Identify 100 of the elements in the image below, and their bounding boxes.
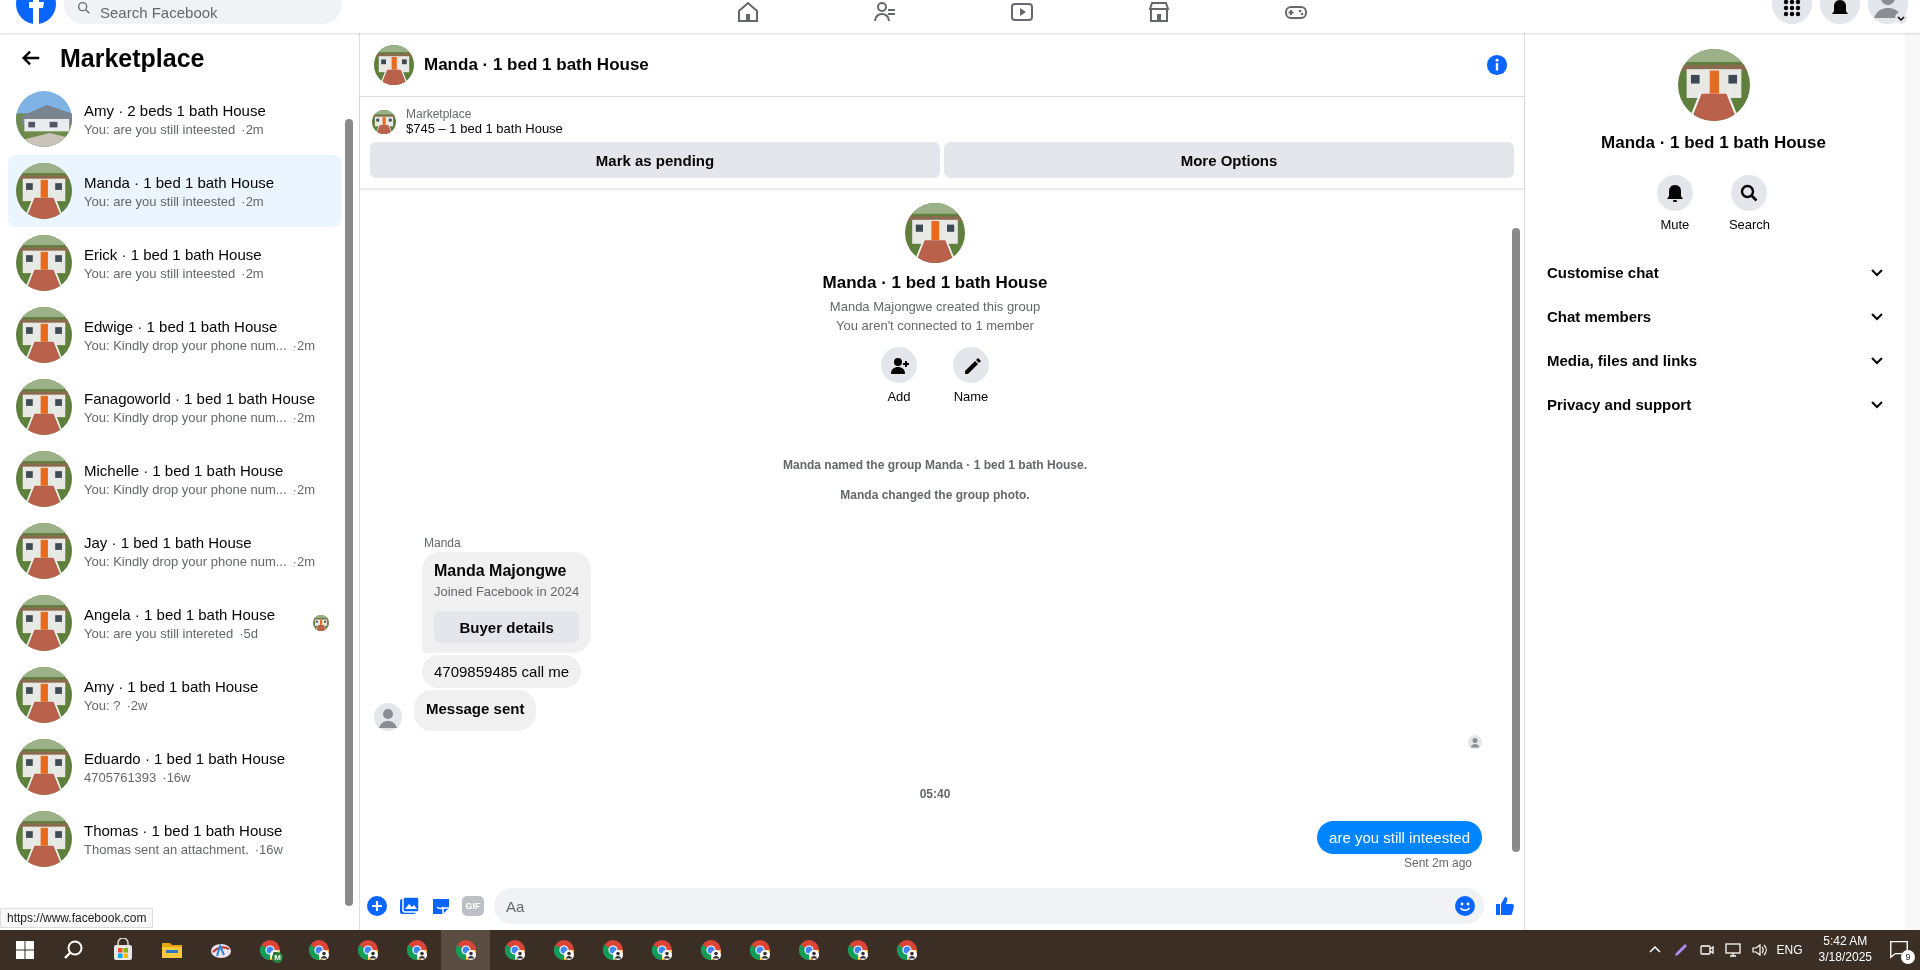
browser-icon bbox=[747, 938, 772, 962]
plus-icon[interactable] bbox=[366, 895, 388, 917]
system-message: Manda changed the group photo. bbox=[840, 488, 1030, 502]
conversation-title: Erick · 1 bed 1 bath House bbox=[84, 245, 263, 263]
conversation-item[interactable]: Thomas · 1 bed 1 bath House Thomas sent an attachment. ·16w bbox=[8, 803, 341, 875]
section-header[interactable]: Privacy and support bbox=[1539, 382, 1888, 426]
browser-icon bbox=[796, 938, 821, 962]
conversation-item[interactable]: Erick · 1 bed 1 bath House You: are you still inteested ·2m bbox=[8, 227, 341, 299]
section-header[interactable]: Customise chat bbox=[1539, 250, 1888, 294]
clock-date[interactable]: 3/18/2025 bbox=[1818, 950, 1872, 966]
message-preview: You: are you still inteested bbox=[84, 121, 236, 137]
network-icon[interactable] bbox=[1724, 942, 1741, 958]
browser-icon bbox=[551, 938, 576, 962]
message-field[interactable]: Aa bbox=[494, 888, 1484, 924]
message-time: ·2m bbox=[241, 265, 264, 281]
conversation-title: Thomas · 1 bed 1 bath House bbox=[84, 821, 284, 839]
browser-icon bbox=[502, 938, 527, 962]
section-header[interactable]: Media, files and links bbox=[1539, 338, 1888, 382]
group-title: Manda · 1 bed 1 bath House bbox=[822, 273, 1048, 293]
thumbs-up-icon[interactable] bbox=[1494, 895, 1516, 917]
listing-action-button[interactable]: More Options bbox=[944, 142, 1514, 178]
delivery-status: Sent 2m ago bbox=[1403, 856, 1472, 870]
conversation-title: Amy · 2 beds 1 bath House bbox=[84, 101, 267, 119]
buyer-name: Manda Majongwe bbox=[434, 562, 568, 580]
scrollbar[interactable] bbox=[345, 119, 353, 906]
conversation-title: Edwige · 1 bed 1 bath House bbox=[84, 317, 279, 335]
panel-title: Marketplace bbox=[60, 43, 205, 73]
browser-icon bbox=[355, 938, 380, 962]
conversation-item[interactable]: Fanagoworld · 1 bed 1 bath House You: Kindly drop your phone num... ·2m bbox=[8, 371, 341, 443]
message-preview: Thomas sent an attachment. bbox=[84, 841, 249, 857]
group-info-text: Manda Majongwe created this group bbox=[829, 299, 1041, 314]
chat-title: Manda · 1 bed 1 bath House bbox=[424, 54, 650, 75]
section-title: Media, files and links bbox=[1547, 351, 1698, 369]
message-icon bbox=[1888, 938, 1910, 960]
buyer-details-button[interactable]: Buyer details bbox=[434, 611, 580, 643]
message-time: ·2w bbox=[126, 697, 148, 713]
shop-icon[interactable] bbox=[1147, 0, 1171, 24]
message-time: ·2m bbox=[292, 481, 315, 497]
browser-icon bbox=[845, 938, 870, 962]
conversation-name: Manda · 1 bed 1 bath House bbox=[1601, 133, 1826, 153]
section-title: Privacy and support bbox=[1547, 395, 1692, 413]
conversation-item[interactable]: Amy · 1 bed 1 bath House You: ? ·2w bbox=[8, 659, 341, 731]
conversation-item[interactable]: Manda · 1 bed 1 bath House You: are you still inteested ·2m bbox=[8, 155, 341, 227]
group-info-text: You aren't connected to 1 member bbox=[836, 318, 1034, 333]
conversation-item[interactable]: Michelle · 1 bed 1 bath House You: Kindly drop your phone num... ·2m bbox=[8, 443, 341, 515]
taskbar-app-button[interactable] bbox=[441, 930, 490, 970]
browser-icon bbox=[453, 938, 478, 962]
notification-count: 9 bbox=[1901, 950, 1915, 964]
message-preview: You: Kindly drop your phone num... bbox=[84, 481, 287, 497]
message-preview: You: ? bbox=[84, 697, 121, 713]
emoji-icon[interactable] bbox=[1454, 895, 1476, 917]
listing-title: $745 – 1 bed 1 bath House bbox=[406, 121, 563, 136]
browser-icon bbox=[600, 938, 625, 962]
listing-action-button[interactable]: Mark as pending bbox=[370, 142, 940, 178]
conversation-item[interactable]: Amy · 2 beds 1 bath House You: are you still inteested ·2m bbox=[8, 83, 341, 155]
pen-icon[interactable] bbox=[1672, 942, 1689, 958]
browser-icon bbox=[257, 938, 282, 962]
message-time: ·5d bbox=[239, 625, 258, 641]
search-field[interactable]: Search Facebook bbox=[64, 0, 342, 24]
conversation-item[interactable]: Angela · 1 bed 1 bath House You: are you still intereted ·5d bbox=[8, 587, 341, 659]
message-preview: You: are you still inteested bbox=[84, 193, 236, 209]
conversation-title: Manda · 1 bed 1 bath House bbox=[84, 173, 276, 191]
camera-icon[interactable] bbox=[1698, 942, 1715, 958]
browser-icon bbox=[698, 938, 723, 962]
browser-icon bbox=[306, 938, 331, 962]
conversation-title: Jay · 1 bed 1 bath House bbox=[84, 533, 253, 551]
browser-icon bbox=[894, 938, 919, 962]
video-icon[interactable] bbox=[1010, 0, 1034, 24]
language-indicator[interactable]: ENG bbox=[1776, 943, 1803, 957]
timestamp: 05:40 bbox=[919, 787, 951, 801]
scrollbar[interactable] bbox=[1512, 228, 1520, 852]
message-time: ·2m bbox=[292, 553, 315, 569]
taskbar-app-button[interactable]: M bbox=[245, 930, 294, 970]
home-icon[interactable] bbox=[736, 0, 760, 24]
conversation-item[interactable]: Jay · 1 bed 1 bath House You: Kindly drop your phone num... ·2m bbox=[8, 515, 341, 587]
conversation-title: Fanagoworld · 1 bed 1 bath House bbox=[84, 389, 316, 407]
conversation-title: Angela · 1 bed 1 bath House bbox=[84, 605, 276, 623]
message-preview: You: Kindly drop your phone num... bbox=[84, 337, 287, 353]
section-header[interactable]: Chat members bbox=[1539, 294, 1888, 338]
conversation-title: Michelle · 1 bed 1 bath House bbox=[84, 461, 285, 479]
image-icon[interactable] bbox=[398, 895, 420, 917]
clock-time[interactable]: 5:42 AM bbox=[1823, 934, 1868, 950]
system-message: Manda named the group Manda · 1 bed 1 bath House. bbox=[783, 458, 1087, 472]
message-bubble: Message sent bbox=[414, 690, 537, 731]
sender-name: Manda bbox=[424, 536, 462, 550]
message-time: ·2m bbox=[241, 121, 264, 137]
conversation-item[interactable]: Eduardo · 1 bed 1 bath House 4705761393 ·16w bbox=[8, 731, 341, 803]
info-icon[interactable] bbox=[1486, 53, 1508, 76]
profile-badge: M bbox=[272, 952, 283, 963]
message-bubble: are you still inteested bbox=[1317, 821, 1482, 854]
scrollbar[interactable] bbox=[1905, 33, 1920, 930]
speaker-icon[interactable] bbox=[1750, 942, 1767, 958]
conversation-item[interactable]: Edwige · 1 bed 1 bath House You: Kindly drop your phone num... ·2m bbox=[8, 299, 341, 371]
message-time: ·2m bbox=[292, 409, 315, 425]
add-person-icon bbox=[889, 355, 909, 375]
notifications-button[interactable]: 9 bbox=[1888, 938, 1912, 962]
people-icon[interactable] bbox=[873, 0, 897, 24]
message-time: ·16w bbox=[254, 841, 283, 857]
conversation-title: Amy · 1 bed 1 bath House bbox=[84, 677, 260, 695]
status-url: https://www.facebook.com bbox=[0, 908, 154, 928]
